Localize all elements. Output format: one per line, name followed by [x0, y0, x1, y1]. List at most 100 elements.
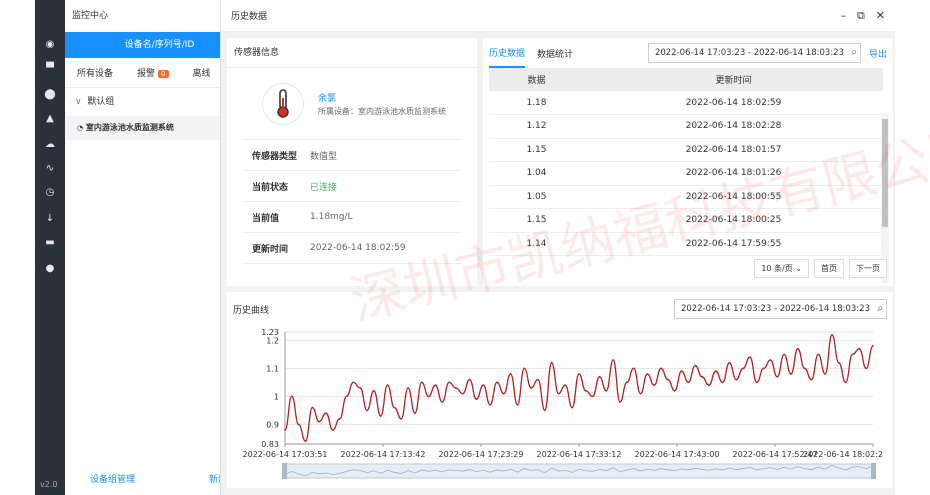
chevron-down-icon: ⌄ — [795, 264, 802, 273]
data-point — [434, 384, 437, 387]
device-name: 室内游泳池水质监测系统 — [85, 123, 174, 132]
tab-alarm[interactable]: 报警 0 — [125, 66, 180, 79]
data-point — [598, 375, 601, 378]
data-point — [749, 356, 751, 359]
zoom-handle-right — [871, 463, 876, 479]
minimize-icon[interactable]: – — [841, 9, 847, 22]
next-page-button[interactable]: 下一页 — [849, 259, 887, 278]
search-icon[interactable]: ⌕ — [877, 300, 883, 318]
data-point — [407, 387, 409, 389]
data-point — [537, 378, 539, 381]
data-point — [304, 440, 307, 443]
data-point — [427, 395, 430, 398]
x-tick-label: 2022-06-14 18:02:2 — [803, 450, 883, 459]
table-row: 1.15 2022-06-14 18:01:57 — [489, 138, 883, 162]
first-page-button[interactable]: 首页 — [814, 259, 844, 278]
data-point — [844, 381, 847, 384]
table-cell: 1.15 — [489, 138, 584, 162]
curve-date-range[interactable]: 2022-06-14 17:03:23 - 2022-06-14 18:03:2… — [673, 299, 887, 319]
history-date-range[interactable]: 2022-06-14 17:03:23 - 2022-06-14 18:03:2… — [647, 43, 861, 63]
alarm-bell-icon[interactable]: ▲ — [35, 106, 65, 130]
data-point — [455, 387, 457, 389]
user-icon[interactable]: ● — [35, 256, 65, 280]
data-point — [851, 353, 854, 356]
data-point — [352, 381, 355, 384]
tab-data-stats[interactable]: 数据统计 — [537, 40, 573, 67]
data-point — [557, 392, 560, 395]
table-cell: 1.05 — [489, 185, 584, 209]
table-cell: 2022-06-14 18:00:25 — [584, 208, 883, 233]
card-icon[interactable]: ▬ — [35, 230, 65, 254]
data-point — [584, 389, 587, 392]
zoom-handle-left — [282, 463, 287, 479]
search-icon[interactable]: ⌕ — [851, 44, 857, 62]
sensor-name: 余氯 — [318, 93, 337, 104]
data-point — [543, 409, 546, 412]
data-point — [482, 384, 485, 387]
data-point — [680, 370, 683, 373]
group-manage-link[interactable]: 设备组管理 — [90, 472, 135, 485]
y-tick-label: 0.83 — [261, 440, 279, 449]
page-size-value: 10 条/页 — [761, 264, 793, 273]
table-cell: 2022-06-14 18:02:59 — [584, 91, 883, 115]
data-point — [550, 361, 553, 364]
y-tick-label: 0.9 — [266, 420, 279, 429]
data-point — [523, 367, 526, 370]
data-point — [776, 375, 779, 378]
row-value: 1.18mg/L — [310, 212, 353, 222]
tab-history-data[interactable]: 历史数据 — [489, 39, 526, 68]
tab-all-devices[interactable]: 所有设备 — [65, 66, 125, 79]
data-point — [502, 392, 505, 395]
x-tick-label: 2022-06-14 17:23:29 — [439, 450, 524, 459]
table-cell: 2022-06-14 18:01:57 — [584, 138, 883, 162]
device-icon[interactable]: ▀ — [35, 56, 65, 80]
col-header-value: 数据 — [489, 68, 584, 91]
cloud-icon[interactable]: ☁ — [35, 132, 65, 156]
data-point — [441, 401, 444, 403]
data-point — [372, 389, 375, 392]
data-point — [530, 387, 533, 389]
download-icon[interactable]: ↓ — [35, 206, 65, 230]
data-point — [475, 398, 478, 401]
y-tick-label: 1.1 — [266, 364, 279, 373]
data-point — [489, 403, 492, 406]
history-window: 历史数据 – ⧉ ✕ 传感器信息 余氯 所属设备：室内游泳池水质监测系统 传感器… — [220, 0, 930, 495]
data-point — [817, 353, 820, 356]
table-cell: 2022-06-14 17:59:55 — [584, 232, 883, 256]
sensor-card-title: 传感器信息 — [227, 38, 477, 68]
curve-title: 历史曲线 — [233, 305, 270, 316]
pagination: 10 条/页 ⌄ 首页 下一页 — [749, 259, 887, 278]
data-point — [831, 333, 833, 336]
data-point — [632, 367, 635, 370]
data-point — [448, 381, 450, 384]
location-icon[interactable]: ⬤ — [35, 82, 65, 106]
clock-icon[interactable]: ◷ — [35, 180, 65, 204]
data-point — [359, 387, 362, 389]
scrollbar-thumb[interactable] — [882, 119, 888, 227]
history-table-body: 1.18 2022-06-14 18:02:59 1.12 2022-06-14 18… — [489, 91, 883, 256]
data-point — [660, 367, 662, 370]
data-point — [297, 423, 300, 426]
history-table: 数据 更新时间 1.18 2022-06-14 18:02:59 1.12 2022-… — [489, 68, 883, 256]
trend-icon[interactable]: ∿ — [35, 156, 65, 180]
nav-rail: ◉ ▀ ⬤ ▲ ☁ ∿ ◷ ↓ ▬ ● v2.0 — [35, 0, 65, 495]
thermometer-icon — [262, 82, 304, 125]
series-line — [284, 334, 874, 442]
table-cell: 1.14 — [489, 232, 584, 256]
monitor-icon[interactable]: ◉ — [35, 32, 65, 56]
row-key: 当前值 — [252, 213, 280, 224]
maximize-icon[interactable]: ⧉ — [857, 9, 865, 22]
sensor-row-time: 更新时间 2022-06-14 18:02:59 — [242, 233, 462, 264]
tab-offline[interactable]: 离线 — [181, 66, 223, 79]
data-point — [366, 409, 368, 412]
data-point — [872, 345, 874, 347]
page-size-select[interactable]: 10 条/页 ⌄ — [754, 259, 809, 278]
table-scrollbar[interactable] — [881, 113, 889, 283]
data-point — [824, 373, 827, 375]
data-point — [721, 381, 724, 384]
data-point — [701, 375, 703, 378]
data-point — [509, 373, 512, 375]
export-button[interactable]: 导出 — [869, 47, 887, 60]
window-title: 历史数据 — [231, 12, 268, 22]
close-icon[interactable]: ✕ — [876, 9, 885, 22]
